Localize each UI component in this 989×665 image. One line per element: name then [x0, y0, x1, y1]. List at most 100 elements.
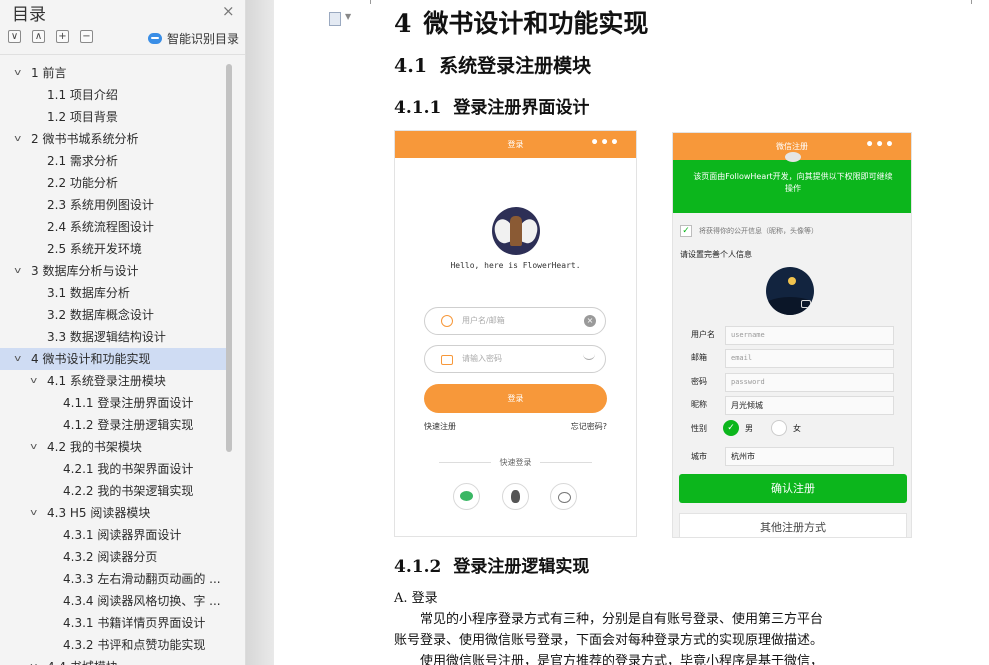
chevron-down-icon[interactable]: ▼: [345, 12, 351, 21]
toc-divider: [0, 54, 245, 55]
field-label: 用户名: [691, 330, 715, 339]
toc-item[interactable]: 2.1 需求分析: [0, 150, 226, 172]
toc-item[interactable]: 4.3.2 阅读器分页: [0, 546, 226, 568]
toc-list: v 1 前言 1.1 项目介绍 1.2 项目背景 v 2 微书书城系统分析 2.1 需求分析…: [0, 62, 226, 665]
weibo-icon: [550, 483, 577, 510]
toc-item-label: 4.3.3 左右滑动翻页动画的 ...: [63, 572, 221, 586]
add-heading-icon[interactable]: +: [56, 30, 69, 43]
toc-item-label: 4.1.2 登录注册逻辑实现: [63, 418, 194, 432]
avatar: [766, 267, 814, 315]
toc-item-label: 3.1 数据库分析: [47, 286, 130, 300]
set-info-label: 请设置完善个人信息: [680, 250, 752, 259]
more-icon: •••: [865, 137, 895, 153]
toc-item[interactable]: 3.1 数据库分析: [0, 282, 226, 304]
toc-item[interactable]: 4.1.1 登录注册界面设计: [0, 392, 226, 414]
smart-detect-label: 智能识别目录: [167, 32, 240, 46]
toc-item[interactable]: 2.3 系统用例图设计: [0, 194, 226, 216]
heading-text: 登录注册界面设计: [453, 98, 590, 118]
body-text-line: 账号登录、使用微信账号登录，下面会对每种登录方式的实现原理做描述。: [394, 633, 824, 648]
heading-number: 4.1: [394, 55, 428, 77]
toc-item[interactable]: 3.2 数据库概念设计: [0, 304, 226, 326]
toc-item-label: 4.2 我的书架模块: [47, 440, 142, 454]
toc-item-label: 4.3 H5 阅读器模块: [47, 506, 151, 520]
login-button: 登录: [424, 384, 607, 413]
toc-item[interactable]: 4.3.2 书评和点赞功能实现: [0, 634, 226, 656]
eye-closed-icon: [583, 354, 595, 360]
toc-item-label: 4.3.2 阅读器分页: [63, 550, 158, 564]
toc-item[interactable]: 4.3.4 阅读器风格切换、字 ...: [0, 590, 226, 612]
toc-item-label: 1 前言: [31, 66, 67, 80]
toc-item-label: 2.1 需求分析: [47, 154, 118, 168]
toc-item[interactable]: v 4 微书设计和功能实现: [0, 348, 226, 370]
toc-item-label: 4.2.2 我的书架逻辑实现: [63, 484, 194, 498]
login-title: 登录: [507, 140, 524, 149]
toc-item[interactable]: 4.2.1 我的书架界面设计: [0, 458, 226, 480]
chevron-down-icon[interactable]: v: [14, 128, 21, 150]
camera-icon: [801, 300, 811, 308]
chevron-down-icon[interactable]: v: [30, 370, 37, 392]
toc-item[interactable]: 2.2 功能分析: [0, 172, 226, 194]
toc-item-label: 4.2.1 我的书架界面设计: [63, 462, 194, 476]
chevron-down-icon[interactable]: v: [14, 62, 21, 84]
forgot-password-link: 忘记密码?: [570, 422, 607, 431]
toc-item[interactable]: v 4.2 我的书架模块: [0, 436, 226, 458]
heading-text: 系统登录注册模块: [439, 55, 592, 77]
toc-item[interactable]: v 4.1 系统登录注册模块: [0, 370, 226, 392]
toc-item[interactable]: 4.3.3 左右滑动翻页动画的 ...: [0, 568, 226, 590]
toc-item[interactable]: 4.3.1 阅读器界面设计: [0, 524, 226, 546]
remove-heading-icon[interactable]: −: [80, 30, 93, 43]
password-placeholder: 请输入密码: [462, 354, 502, 363]
toc-item[interactable]: v 2 微书书城系统分析: [0, 128, 226, 150]
heading-number: 4: [394, 9, 412, 38]
chevron-down-icon[interactable]: v: [30, 656, 37, 665]
nickname-field: 月光倾城: [725, 396, 894, 415]
toc-item[interactable]: v 3 数据库分析与设计: [0, 260, 226, 282]
page-gutter: [246, 0, 274, 665]
password-input: 请输入密码: [424, 345, 606, 373]
toc-item-label: 3.2 数据库概念设计: [47, 308, 154, 322]
toc-item-label: 2.4 系统流程图设计: [47, 220, 154, 234]
toc-item[interactable]: 1.2 项目背景: [0, 106, 226, 128]
close-icon[interactable]: ×: [222, 2, 235, 20]
quick-login-label: 快速登录: [395, 457, 636, 468]
other-register-button: 其他注册方式: [679, 513, 907, 537]
toc-item-label: 2 微书书城系统分析: [31, 132, 139, 146]
document-icon[interactable]: [329, 12, 341, 26]
heading-number: 4.1.2: [394, 557, 442, 577]
register-title: 微信注册: [776, 142, 808, 151]
toc-item[interactable]: 1.1 项目介绍: [0, 84, 226, 106]
heading-3: 4.1.2 登录注册逻辑实现: [394, 552, 589, 577]
field-label: 邮箱: [691, 353, 707, 362]
gender-label: 性别: [691, 424, 707, 433]
chevron-down-icon[interactable]: v: [30, 436, 37, 458]
toc-item-label: 4.4 书城模块: [47, 660, 118, 665]
heading-1: 4 微书设计和功能实现: [394, 4, 648, 40]
toc-item[interactable]: 4.3.1 书籍详情页界面设计: [0, 612, 226, 634]
body-text-line: 使用微信账号注册，是官方推荐的登录方式，毕竟小程序是基于微信，: [420, 654, 824, 665]
username-field: username: [725, 326, 894, 345]
smart-detect-toc-button[interactable]: 智能识别目录: [148, 30, 239, 47]
gender-male-label: 男: [745, 424, 753, 433]
chevron-down-icon[interactable]: v: [30, 502, 37, 524]
toc-item-label: 4.1.1 登录注册界面设计: [63, 396, 194, 410]
password-field: password: [725, 373, 894, 392]
chevron-down-icon[interactable]: v: [14, 348, 21, 370]
toc-item[interactable]: 2.5 系统开发环境: [0, 238, 226, 260]
gender-female-label: 女: [793, 424, 801, 433]
toc-item[interactable]: v 1 前言: [0, 62, 226, 84]
document-page: ▼ 4 微书设计和功能实现 4.1 系统登录注册模块 4.1.1 登录注册界面设计 登…: [274, 0, 989, 665]
toc-pane: 目录 × ∨ ∧ + − 智能识别目录 v 1 前言 1.1 项目介绍 1.2 项目背…: [0, 0, 246, 665]
toc-item[interactable]: 3.3 数据逻辑结构设计: [0, 326, 226, 348]
toc-scrollbar[interactable]: [226, 64, 232, 452]
field-label: 昵称: [691, 400, 707, 409]
toc-item[interactable]: 4.2.2 我的书架逻辑实现: [0, 480, 226, 502]
toc-item[interactable]: 2.4 系统流程图设计: [0, 216, 226, 238]
toc-item[interactable]: v 4.4 书城模块: [0, 656, 226, 665]
chevron-down-icon[interactable]: v: [14, 260, 21, 282]
toc-item[interactable]: v 4.3 H5 阅读器模块: [0, 502, 226, 524]
toc-item-label: 4.3.4 阅读器风格切换、字 ...: [63, 594, 221, 608]
lock-icon: [441, 355, 453, 365]
toc-item[interactable]: 4.1.2 登录注册逻辑实现: [0, 414, 226, 436]
expand-all-icon[interactable]: ∧: [32, 30, 45, 43]
collapse-all-icon[interactable]: ∨: [8, 30, 21, 43]
